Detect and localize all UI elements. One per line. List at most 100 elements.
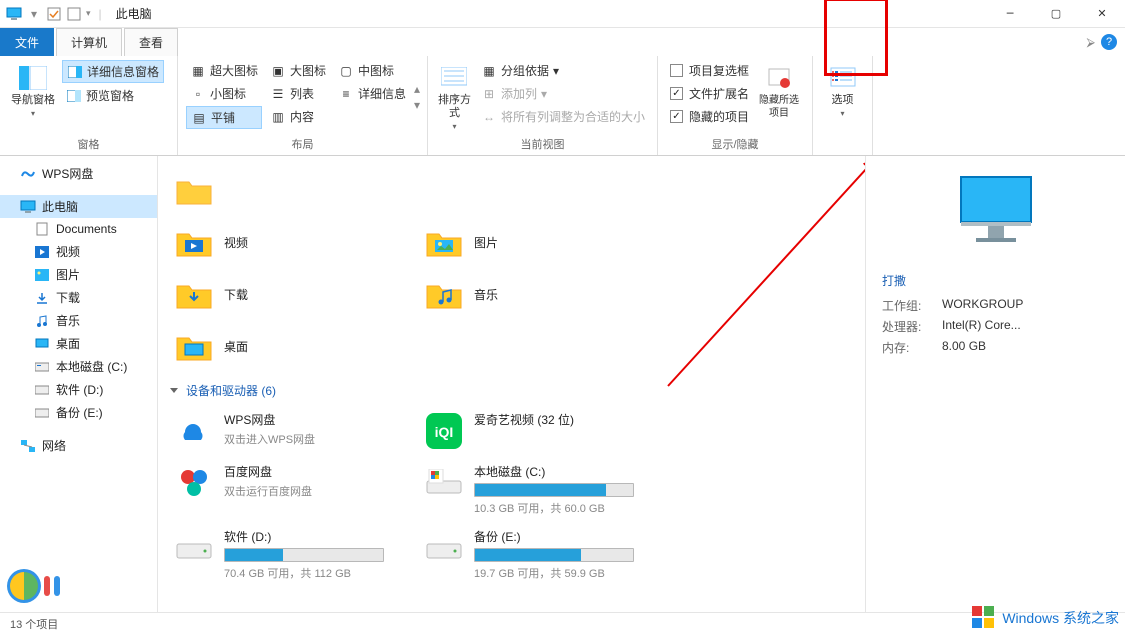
group-by-icon: ▦ [481,63,497,79]
drive-c-icon [34,359,50,375]
minimize-button[interactable]: ─ [987,0,1033,28]
c-drive-icon [424,463,464,503]
content-area[interactable]: 视频 图片 下载 音乐 [158,156,865,612]
layout-content[interactable]: ▥内容 [266,106,330,127]
ribbon: 导航窗格 ▾ 详细信息窗格 预览窗格 窗格 ▦超大图标 ▫小图标 ▤平铺 [0,56,1125,156]
documents-icon [34,221,50,237]
details-pane-icon [67,64,83,80]
layout-sm-icon: ▫ [190,86,206,102]
group-label-show-hide: 显示/隐藏 [666,133,804,155]
svg-text:iQI: iQI [435,424,454,440]
options-button[interactable]: 选项 ▾ [821,60,864,137]
maximize-button[interactable]: ▢ [1033,0,1079,28]
size-columns-icon: ↔ [481,109,497,125]
layout-list-icon: ☰ [270,86,286,102]
nav-backup-e[interactable]: 备份 (E:) [0,401,157,424]
close-button[interactable]: ✕ [1079,0,1125,28]
folder-desktop[interactable]: 桌面 [170,320,420,372]
sort-icon [438,64,470,92]
minimize-ribbon-icon[interactable]: ⮚ [1086,35,1095,50]
hide-selected-button[interactable]: 隐藏所选项目 [757,60,801,133]
desktop-icon [34,336,50,352]
details-name: 打撒 [882,272,1109,289]
tab-computer[interactable]: 计算机 [56,28,122,56]
nav-local-c[interactable]: 本地磁盘 (C:) [0,355,157,378]
folder-videos[interactable]: 视频 [170,216,420,268]
layout-large[interactable]: ▣大图标 [266,60,330,81]
details-pane-toggle[interactable]: 详细信息窗格 [62,60,164,83]
ribbon-tabs: 文件 计算机 查看 ⮚ ? [0,28,1125,56]
layout-lg-icon: ▣ [270,63,286,79]
details-pane: 打撒 工作组:WORKGROUP 处理器:Intel(R) Core... 内存… [865,156,1125,612]
downloads-icon [34,290,50,306]
status-item-count: 13 个项目 [10,616,58,632]
tab-view[interactable]: 查看 [124,28,178,56]
nav-pane-button[interactable]: 导航窗格 ▾ [8,60,58,133]
nav-pictures[interactable]: 图片 [0,263,157,286]
nav-music[interactable]: 音乐 [0,309,157,332]
layout-details-icon: ≡ [338,86,354,102]
downloads-folder-icon [174,274,214,314]
qat-divider-icon: ▾ [26,6,42,22]
group-by-button[interactable]: ▦分组依据 ▾ [477,60,649,81]
nav-downloads[interactable]: 下载 [0,286,157,309]
e-drive-bar [474,548,634,562]
nav-desktop[interactable]: 桌面 [0,332,157,355]
layout-md-icon: ▢ [338,63,354,79]
folder-downloads[interactable]: 下载 [170,268,420,320]
hide-selected-icon [763,64,795,92]
layout-small[interactable]: ▫小图标 [186,83,262,104]
network-icon [20,438,36,454]
pc-icon [6,6,22,22]
file-ext-toggle[interactable]: ✓文件扩展名 [666,83,753,104]
layout-tiles[interactable]: ▤平铺 [186,106,262,129]
preview-pane-toggle[interactable]: 预览窗格 [62,85,164,106]
folder-icon [174,170,214,210]
folder-item[interactable] [170,164,420,216]
qat-more-icon[interactable]: ▾ [86,8,91,19]
tab-file[interactable]: 文件 [0,28,54,56]
group-label-panes: 窗格 [8,133,169,155]
nav-soft-d[interactable]: 软件 (D:) [0,378,157,401]
layout-extra-large[interactable]: ▦超大图标 [186,60,262,81]
nav-tree[interactable]: WPS网盘 此电脑 Documents 视频 图片 下载 音乐 桌面 本地磁盘 … [0,156,158,612]
sort-by-button[interactable]: 排序方式 ▾ [436,60,473,133]
hidden-items-toggle[interactable]: ✓隐藏的项目 [666,106,753,127]
device-baidu[interactable]: 百度网盘 双击运行百度网盘 [170,457,420,522]
help-icon[interactable]: ? [1101,34,1117,50]
device-iqiyi[interactable]: iQI 爱奇艺视频 (32 位) [420,405,670,457]
baidu-icon [174,463,214,503]
folder-pictures[interactable]: 图片 [420,216,670,268]
devices-header[interactable]: 设备和驱动器 (6) [170,372,853,405]
qat-dropdown-icon[interactable] [66,6,82,22]
nav-pane-icon [17,64,49,92]
wps-icon [20,166,36,182]
layout-tiles-icon: ▤ [191,110,207,126]
folder-music[interactable]: 音乐 [420,268,670,320]
e-drive-icon [424,528,464,568]
layout-content-icon: ▥ [270,109,286,125]
music-icon [34,313,50,329]
pictures-icon [34,267,50,283]
nav-this-pc[interactable]: 此电脑 [0,195,157,218]
device-wps[interactable]: WPS网盘 双击进入WPS网盘 [170,405,420,457]
device-e-drive[interactable]: 备份 (E:) 19.7 GB 可用，共 59.9 GB [420,522,670,587]
nav-documents[interactable]: Documents [0,218,157,240]
nav-network[interactable]: 网络 [0,434,157,457]
device-d-drive[interactable]: 软件 (D:) 70.4 GB 可用，共 112 GB [170,522,420,587]
nav-videos[interactable]: 视频 [0,240,157,263]
add-columns-button: ⊞添加列 ▾ [477,83,649,104]
music-folder-icon [424,274,464,314]
layout-list[interactable]: ☰列表 [266,83,330,104]
drive-d-icon [34,382,50,398]
size-columns-button: ↔将所有列调整为合适的大小 [477,106,649,127]
nav-wps[interactable]: WPS网盘 [0,162,157,185]
qat-check-icon[interactable] [46,6,62,22]
videos-icon [34,244,50,260]
pc-large-icon [946,172,1046,252]
layout-medium[interactable]: ▢中图标 [334,60,410,81]
videos-folder-icon [174,222,214,262]
device-c-drive[interactable]: 本地磁盘 (C:) 10.3 GB 可用，共 60.0 GB [420,457,670,522]
item-checkboxes-toggle[interactable]: 项目复选框 [666,60,753,81]
layout-details[interactable]: ≡详细信息 [334,83,410,104]
